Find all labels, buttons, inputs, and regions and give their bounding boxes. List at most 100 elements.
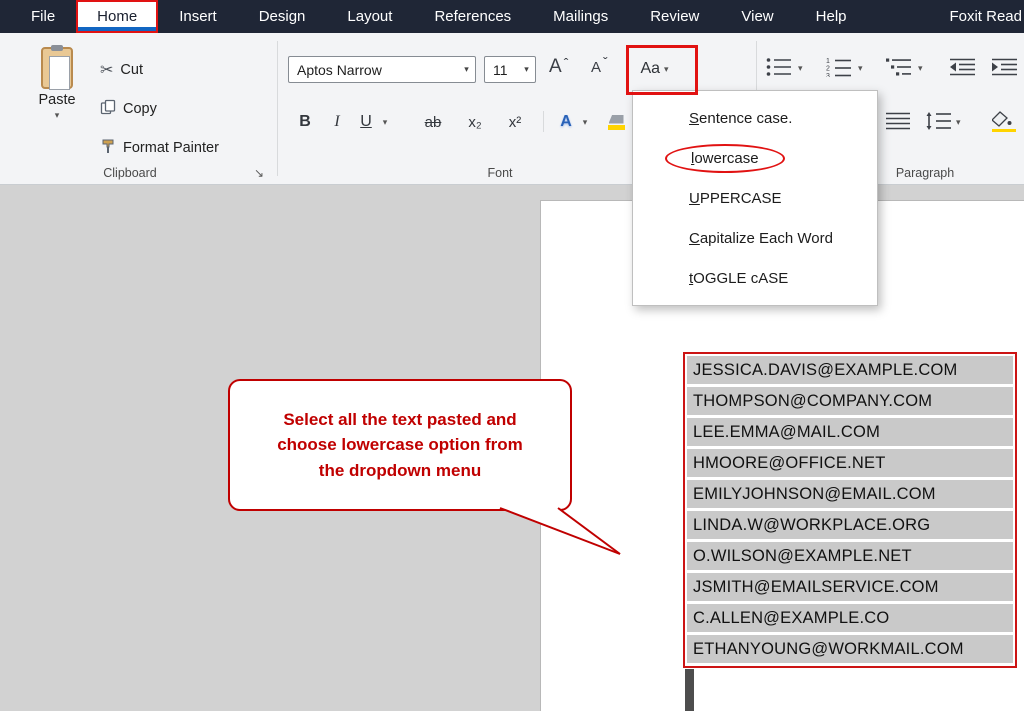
bold-button[interactable]: B (294, 109, 316, 135)
format-painter-icon (100, 138, 116, 158)
accelerator-letter: C (689, 230, 700, 247)
line-spacing-chevron-icon[interactable]: ▾ (956, 117, 961, 128)
paste-button[interactable]: Paste ▾ (26, 41, 88, 163)
text-effects-button[interactable]: A (556, 109, 576, 135)
line-spacing-button[interactable] (926, 111, 952, 131)
justify-button[interactable] (886, 111, 912, 131)
bullets-chevron-icon[interactable]: ▾ (798, 63, 803, 74)
selected-text-line[interactable]: THOMPSON@COMPANY.COM (687, 387, 1013, 415)
change-case-menu: Sentence case. lowercase UPPERCASE Capit… (632, 90, 878, 306)
numbering-button[interactable]: 123 (826, 57, 852, 77)
bullets-button[interactable] (766, 57, 792, 77)
svg-text:1: 1 (826, 58, 830, 65)
selected-text-line[interactable]: LINDA.W@WORKPLACE.ORG (687, 511, 1013, 539)
cut-label: Cut (120, 62, 143, 78)
paragraph-group-label: Paragraph (860, 166, 990, 180)
menu-item-label: OGGLE cASE (693, 270, 788, 287)
cut-button[interactable]: ✂ Cut (100, 57, 143, 83)
callout-line: the dropdown menu (319, 458, 481, 484)
tab-review[interactable]: Review (629, 0, 720, 33)
email-list-annotation-box: JESSICA.DAVIS@EXAMPLE.COM THOMPSON@COMPA… (683, 352, 1017, 668)
shading-button[interactable] (992, 111, 1018, 133)
shrink-font-caret-icon: ˇ (603, 55, 608, 69)
menu-item-sentence-case[interactable]: Sentence case. (633, 98, 877, 138)
selected-text-line[interactable]: EMILYJOHNSON@EMAIL.COM (687, 480, 1013, 508)
tab-layout[interactable]: Layout (326, 0, 413, 33)
multilevel-chevron-icon[interactable]: ▾ (918, 63, 923, 74)
menu-item-lowercase[interactable]: lowercase (633, 138, 877, 178)
selection-continuation-bar (685, 669, 694, 711)
menu-item-uppercase[interactable]: UPPERCASE (633, 178, 877, 218)
font-name-value: Aptos Narrow (289, 62, 458, 78)
menu-item-label: PPERCASE (700, 190, 782, 207)
text-effects-chevron-icon: ▾ (583, 118, 588, 127)
increase-indent-button[interactable] (992, 57, 1018, 77)
copy-button[interactable]: Copy (100, 96, 157, 122)
underline-label: U (360, 113, 372, 131)
underline-chevron[interactable]: ▾ (378, 109, 392, 135)
change-case-label: Aa (640, 60, 660, 78)
font-group-label: Font (420, 166, 580, 180)
accelerator-letter: S (689, 110, 699, 127)
multilevel-list-button[interactable] (886, 57, 912, 77)
selected-text-line[interactable]: HMOORE@OFFICE.NET (687, 449, 1013, 477)
format-painter-label: Format Painter (123, 140, 219, 156)
paste-chevron-icon: ▾ (55, 111, 60, 120)
menu-item-capitalize-each-word[interactable]: Capitalize Each Word (633, 218, 877, 258)
svg-text:2: 2 (826, 66, 830, 73)
tab-help[interactable]: Help (795, 0, 868, 33)
highlighter-color-bar (608, 125, 625, 130)
font-name-combobox[interactable]: Aptos Narrow ▾ (288, 56, 476, 83)
font-size-value: 11 (485, 62, 518, 78)
paste-label: Paste (38, 92, 75, 108)
numbering-chevron-icon[interactable]: ▾ (858, 63, 863, 74)
clipboard-group-label: Clipboard (55, 166, 205, 180)
strikethrough-label: ab (425, 114, 442, 131)
callout-tail (470, 504, 630, 562)
callout-line: choose lowercase option from (277, 432, 523, 458)
shrink-font-button[interactable]: A ˇ (591, 60, 608, 75)
menu-item-toggle-case[interactable]: tOGGLE cASE (633, 258, 877, 298)
selected-text-line[interactable]: JSMITH@EMAILSERVICE.COM (687, 573, 1013, 601)
change-case-chevron-icon: ▾ (664, 65, 669, 74)
grow-font-button[interactable]: A ˆ (549, 57, 568, 76)
word-window: File Home Insert Design Layout Reference… (0, 0, 1024, 711)
tab-file[interactable]: File (10, 0, 76, 33)
tab-references[interactable]: References (413, 0, 532, 33)
tab-view[interactable]: View (720, 0, 794, 33)
subscript-button[interactable]: x₂ (462, 109, 488, 135)
menu-item-label: entence case. (699, 110, 792, 127)
scissors-icon: ✂ (100, 60, 113, 80)
decrease-indent-button[interactable] (950, 57, 976, 77)
selected-text-line[interactable]: ETHANYOUNG@WORKMAIL.COM (687, 635, 1013, 663)
clipboard-dialog-launcher-icon[interactable]: ↘ (254, 166, 264, 180)
subscript-label: x₂ (468, 114, 481, 131)
strikethrough-button[interactable]: ab (420, 109, 446, 135)
underline-button[interactable]: U (356, 109, 376, 135)
superscript-button[interactable]: x² (502, 109, 528, 135)
font-size-chevron-icon: ▾ (518, 64, 535, 75)
tab-insert[interactable]: Insert (158, 0, 238, 33)
menu-item-label: owercase (694, 150, 758, 167)
selected-text-line[interactable]: LEE.EMMA@MAIL.COM (687, 418, 1013, 446)
selected-text-line[interactable]: C.ALLEN@EXAMPLE.CO (687, 604, 1013, 632)
change-case-button[interactable]: Aa ▾ (631, 55, 678, 83)
text-effects-chevron[interactable]: ▾ (578, 109, 592, 135)
tab-mailings[interactable]: Mailings (532, 0, 629, 33)
selected-text-line[interactable]: O.WILSON@EXAMPLE.NET (687, 542, 1013, 570)
shrink-font-label: A (591, 60, 601, 75)
tab-foxit-reader[interactable]: Foxit Read (928, 0, 1024, 33)
tab-home[interactable]: Home (76, 0, 158, 33)
font-size-combobox[interactable]: 11 ▾ (484, 56, 536, 83)
callout-line: Select all the text pasted and (283, 407, 516, 433)
tab-design[interactable]: Design (238, 0, 327, 33)
format-painter-button[interactable]: Format Painter (100, 135, 219, 161)
superscript-label: x² (509, 114, 522, 131)
group-separator (277, 41, 278, 176)
selected-text-line[interactable]: JESSICA.DAVIS@EXAMPLE.COM (687, 356, 1013, 384)
menu-bar: File Home Insert Design Layout Reference… (0, 0, 1024, 33)
highlighter-icon (609, 115, 624, 124)
font-name-chevron-icon: ▾ (458, 64, 475, 75)
italic-button[interactable]: I (328, 109, 346, 135)
highlight-button[interactable] (606, 109, 626, 135)
